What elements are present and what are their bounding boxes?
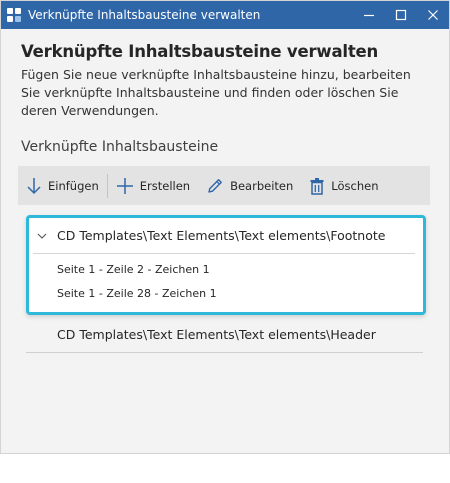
linked-blocks-icon — [7, 8, 21, 22]
plus-icon — [116, 177, 133, 194]
list-item[interactable]: CD Templates\Text Elements\Text elements… — [26, 317, 423, 353]
pencil-icon — [208, 178, 222, 193]
create-label: Erstellen — [139, 178, 191, 193]
delete-label: Löschen — [331, 178, 379, 193]
close-icon — [428, 10, 438, 20]
minimize-icon — [364, 14, 374, 17]
maximize-icon — [395, 9, 407, 21]
list-item-title: CD Templates\Text Elements\Text elements… — [57, 228, 386, 243]
arrow-down-icon — [27, 177, 41, 194]
create-button[interactable]: Erstellen — [108, 166, 198, 205]
page-description: Fügen Sie neue verknüpfte Inhaltsbaustei… — [21, 67, 411, 118]
linked-blocks-list: CD Templates\Text Elements\Text elements… — [26, 215, 426, 353]
title-bar[interactable]: Verknüpfte Inhaltsbausteine verwalten — [1, 1, 449, 29]
window-title: Verknüpfte Inhaltsbausteine verwalten — [28, 8, 261, 22]
insert-label: Einfügen — [48, 178, 99, 193]
page-title: Verknüpfte Inhaltsbausteine verwalten — [21, 42, 379, 61]
maximize-button[interactable] — [385, 1, 417, 29]
close-button[interactable] — [417, 1, 449, 29]
minimize-button[interactable] — [353, 1, 385, 29]
dialog-window: Verknüpfte Inhaltsbausteine verwalten Ve… — [0, 0, 450, 454]
usage-item[interactable]: Seite 1 - Zeile 28 - Zeichen 1 — [33, 282, 415, 306]
trash-icon — [310, 177, 324, 195]
usage-item[interactable]: Seite 1 - Zeile 2 - Zeichen 1 — [33, 258, 415, 282]
list-item-title: CD Templates\Text Elements\Text elements… — [57, 327, 376, 342]
delete-button[interactable]: Löschen — [301, 166, 386, 205]
section-label: Verknüpfte Inhaltsbausteine — [21, 139, 219, 155]
edit-button[interactable]: Bearbeiten — [198, 166, 301, 205]
edit-label: Bearbeiten — [230, 178, 294, 193]
insert-button[interactable]: Einfügen — [18, 166, 107, 205]
list-item-selected[interactable]: CD Templates\Text Elements\Text elements… — [26, 215, 426, 315]
toolbar: Einfügen Erstellen Bearbeiten Löschen — [18, 166, 430, 205]
dialog-content: Verknüpfte Inhaltsbausteine verwalten Fü… — [1, 29, 449, 205]
usage-list: Seite 1 - Zeile 2 - Zeichen 1 Seite 1 - … — [33, 254, 415, 312]
list-item-header[interactable]: CD Templates\Text Elements\Text elements… — [33, 218, 415, 254]
chevron-down-icon[interactable] — [33, 233, 51, 239]
